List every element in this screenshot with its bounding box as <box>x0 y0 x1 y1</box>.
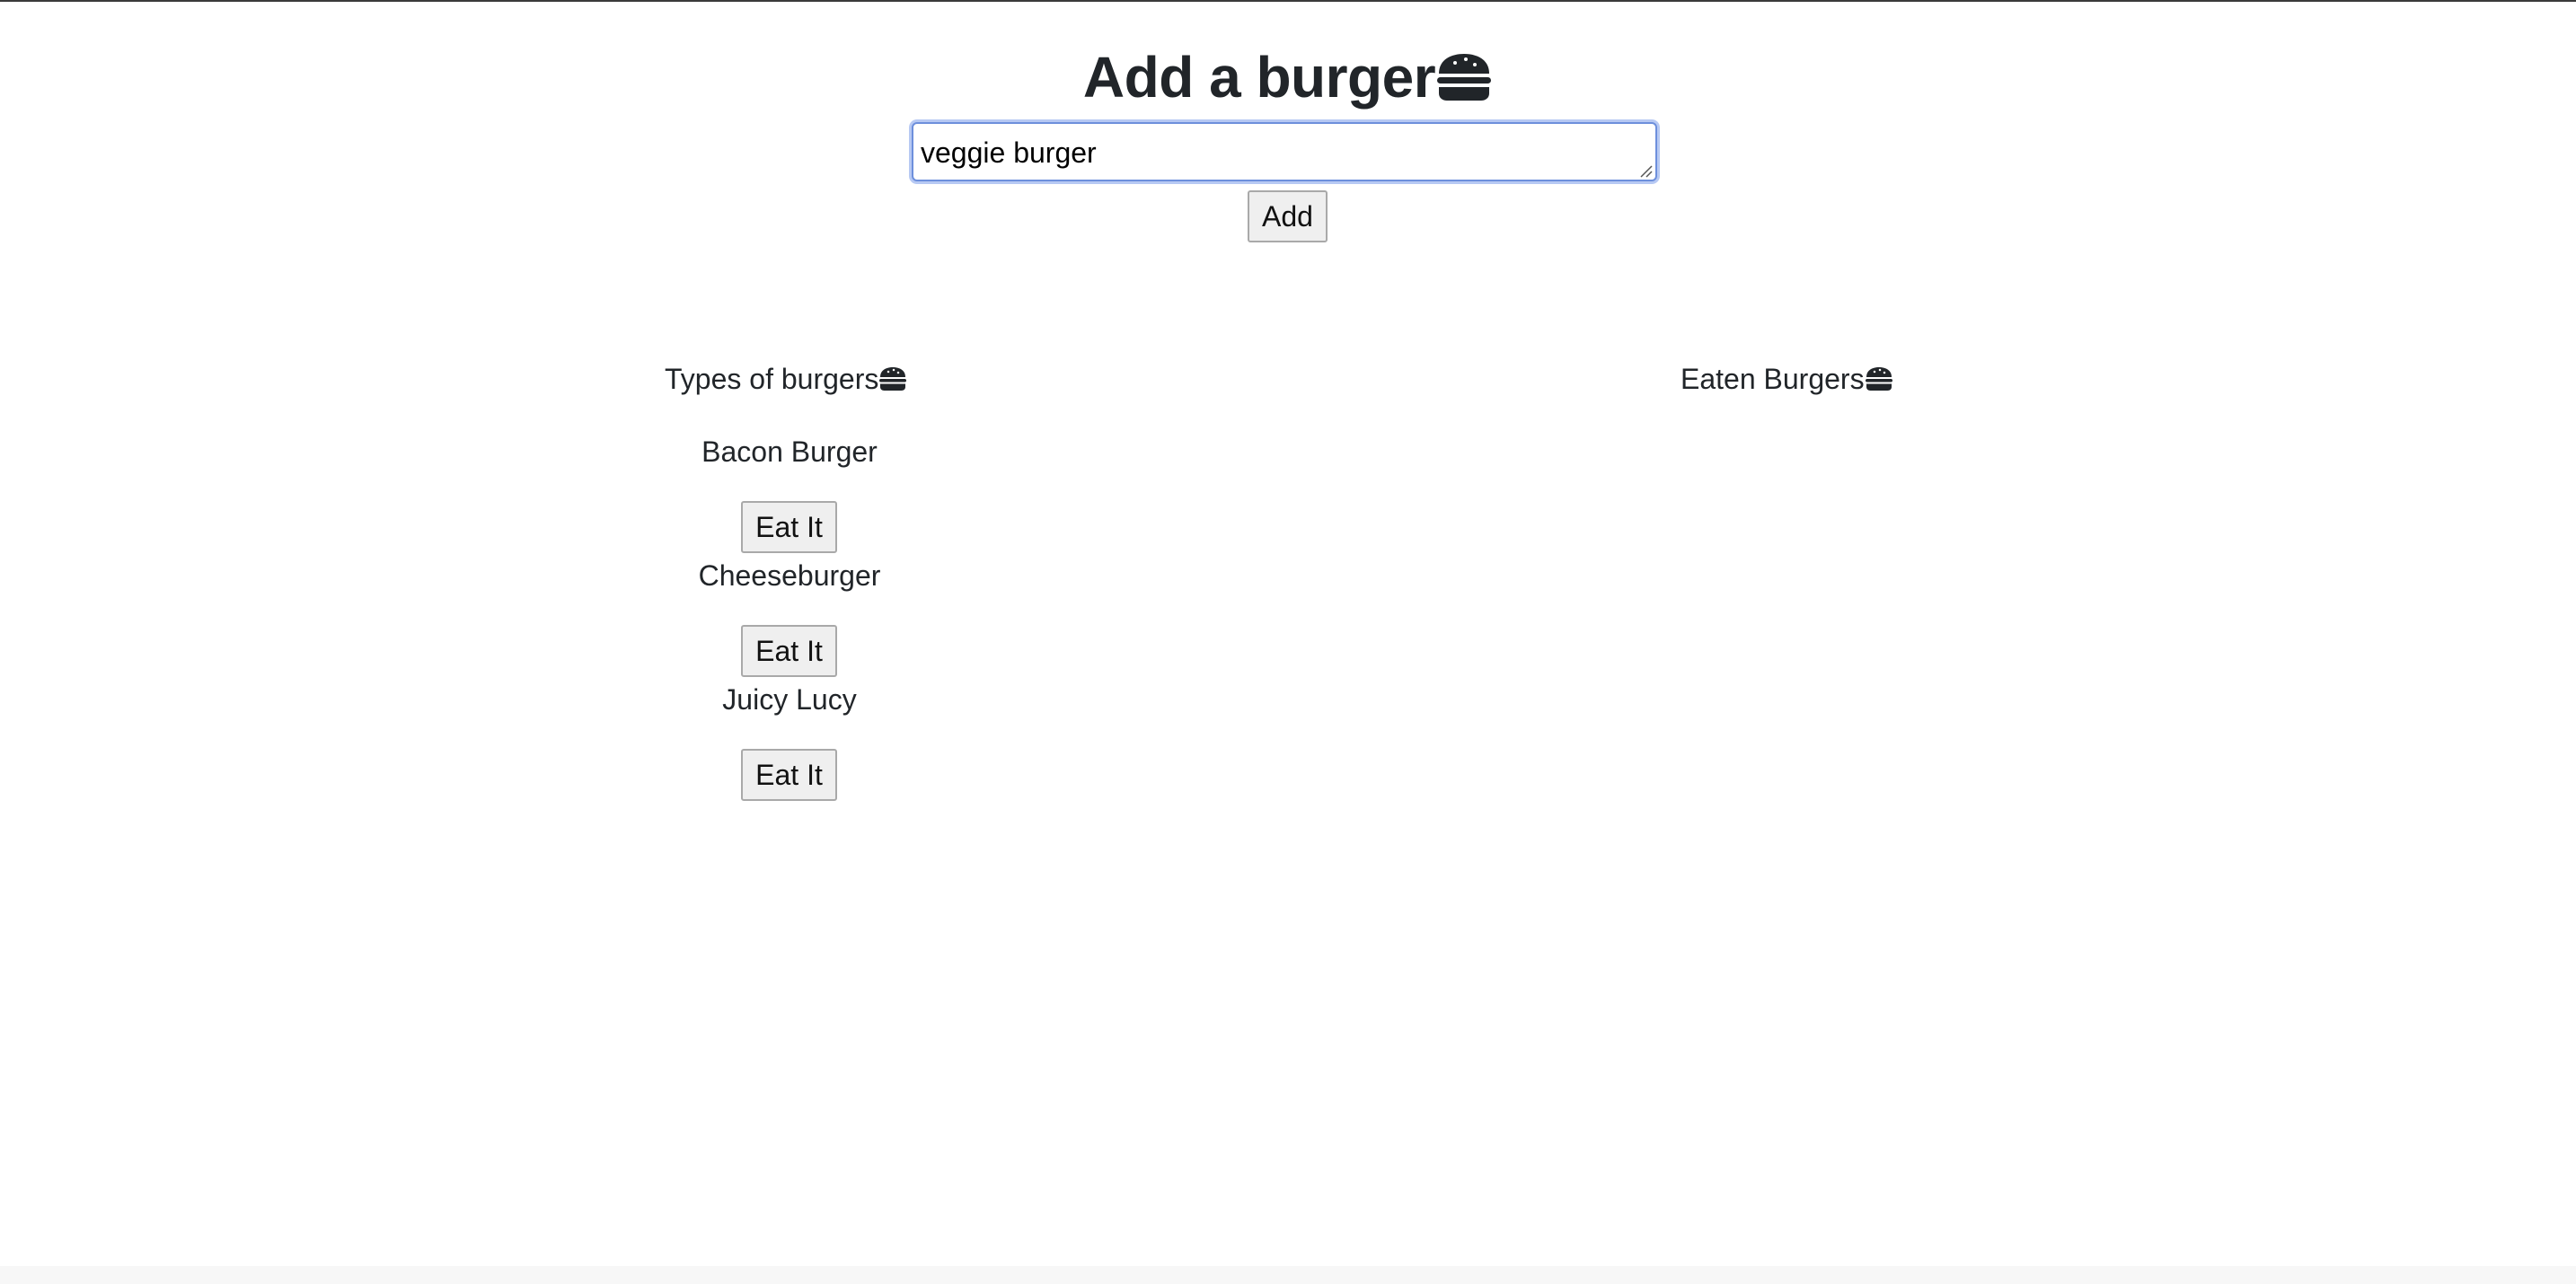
resize-grip-icon[interactable] <box>1638 163 1653 178</box>
burger-item-name: Bacon Burger <box>701 435 878 468</box>
burger-icon <box>879 367 907 391</box>
types-of-burgers-heading: Types of burgers <box>665 359 907 399</box>
add-button[interactable]: Add <box>1248 190 1328 242</box>
burger-icon <box>1437 54 1492 101</box>
eat-it-button[interactable]: Eat It <box>741 749 837 801</box>
eat-it-button[interactable]: Eat It <box>741 501 837 553</box>
types-heading-text: Types of burgers <box>665 363 879 395</box>
page-title: Add a burger <box>1083 40 1493 115</box>
header: Add a burger <box>0 40 2576 115</box>
eaten-heading-text: Eaten Burgers <box>1681 363 1865 395</box>
burger-item-name: Cheeseburger <box>698 559 881 592</box>
page-title-text: Add a burger <box>1082 45 1436 110</box>
window-bottom-edge <box>0 1266 2576 1284</box>
burger-item-name: Juicy Lucy <box>722 683 857 716</box>
burger-name-input[interactable] <box>912 122 1657 181</box>
window-top-border <box>0 0 2576 2</box>
burger-icon <box>1865 367 1892 391</box>
eat-it-button[interactable]: Eat It <box>741 625 837 677</box>
eaten-burgers-heading: Eaten Burgers <box>1681 359 1893 399</box>
